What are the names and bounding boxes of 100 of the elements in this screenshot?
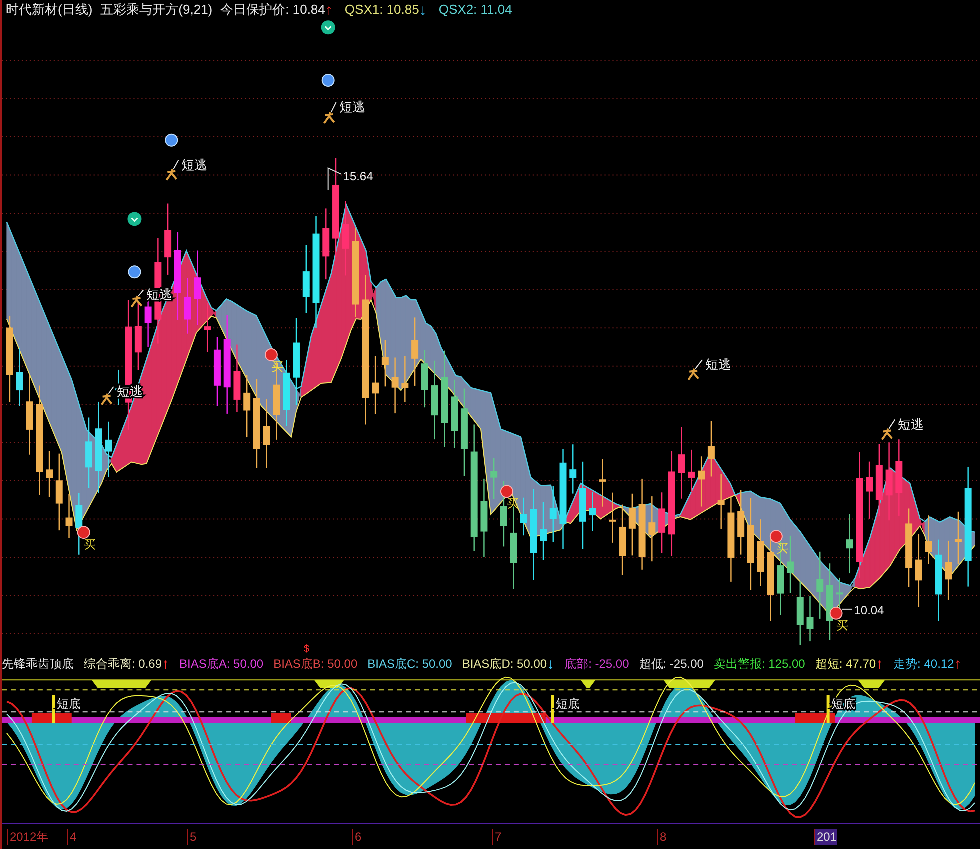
candle: [46, 451, 53, 498]
candle: [421, 350, 428, 408]
indicator-reading: 超低: -25.00: [639, 656, 704, 673]
candle: [372, 356, 380, 414]
buy-ball-icon: [830, 606, 843, 620]
candle: [599, 459, 606, 507]
sphere-icon: [165, 134, 178, 147]
indicator-reading: BIAS底B: 50.00: [274, 656, 358, 673]
trend-arrow: ↑: [325, 2, 333, 18]
buy-ball-icon: [770, 530, 783, 544]
candle: [688, 450, 696, 492]
indicator-name: 五彩乘与开方(9,21): [100, 1, 213, 20]
indicator-reading: 底部: -25.00: [564, 656, 630, 673]
date-axis-label: 201: [814, 829, 838, 845]
candle: [718, 474, 725, 530]
candle: [589, 492, 596, 532]
trend-arrow: ↑: [954, 656, 962, 672]
date-axis-label: 2012年: [7, 829, 49, 845]
running-figure-icon: [100, 392, 113, 406]
candle: [628, 494, 636, 556]
date-axis-label: 5: [187, 829, 197, 845]
indicator-reading: QSX2: 11.04: [438, 1, 512, 20]
escape-signal-label: 短逃: [182, 157, 208, 172]
buy-signal-label: 买: [776, 542, 788, 556]
date-axis-label: 7: [492, 829, 502, 845]
signal-bar: [826, 695, 830, 724]
buy-signal-label: 买: [84, 538, 96, 552]
candle: [392, 358, 399, 414]
candle: [134, 302, 142, 370]
indicator-reading: 走势: 40.12: [894, 656, 954, 673]
candle: [609, 492, 616, 543]
candle: [105, 422, 112, 478]
indicator-reading: 卖出警报: 125.00: [714, 656, 806, 673]
candle: [500, 481, 508, 547]
running-figure-icon: [881, 428, 894, 441]
candle: [16, 348, 24, 406]
buy-ball-icon: [77, 526, 90, 540]
candle: [302, 245, 310, 314]
date-axis-label: 8: [657, 829, 667, 845]
candle: [658, 492, 666, 554]
chevron-down-icon: [128, 212, 142, 226]
signal-trapezoid: [580, 680, 596, 688]
candle: [738, 490, 745, 555]
flag-line: [328, 168, 342, 191]
candle: [66, 494, 73, 538]
signal-trapezoid: [314, 680, 344, 688]
indicator-reading: QSX1: 10.85: [344, 1, 420, 20]
short-bottom-label: 短底: [56, 697, 81, 712]
candle: [234, 344, 241, 412]
candle: [550, 486, 557, 542]
candle: [520, 498, 528, 536]
running-figure-icon: [130, 295, 143, 308]
candle: [164, 204, 172, 275]
signal-bar: [52, 695, 56, 724]
candle: [925, 516, 932, 564]
trend-arrow: ↑: [162, 656, 170, 672]
trend-arrow: ↑: [876, 656, 884, 672]
candle: [402, 356, 409, 402]
candle: [757, 520, 764, 586]
candle: [945, 540, 952, 600]
candle: [283, 360, 290, 426]
sphere-icon: [322, 74, 335, 87]
candle: [451, 380, 458, 448]
signal-bar: [551, 695, 554, 724]
candle: [816, 552, 824, 619]
candle: [678, 427, 686, 499]
candle: [570, 444, 577, 494]
signal-trapezoid: [664, 680, 716, 688]
signal-block: [32, 713, 72, 724]
candle: [806, 596, 814, 642]
date-axis-label: 6: [352, 829, 362, 845]
signal-trapezoid: [858, 680, 886, 688]
high-price-label: 15.64: [343, 169, 374, 184]
indicator-reading: 综合乖离: 0.69: [84, 656, 162, 673]
candle: [490, 458, 498, 500]
escape-signal-label: 短逃: [706, 356, 732, 372]
date-axis-label: 4: [67, 829, 77, 845]
candle: [866, 462, 874, 519]
candle: [86, 418, 93, 488]
trend-arrow: ↓: [419, 2, 427, 18]
signal-marker: $: [303, 645, 311, 655]
candle: [382, 340, 389, 387]
candle: [263, 400, 270, 468]
candle: [204, 303, 212, 352]
indicator-reading: 超短: 47.70: [815, 656, 876, 673]
indicator-title: 先锋乖齿顶底: [2, 656, 74, 673]
candle: [322, 208, 330, 280]
candle: [954, 512, 962, 564]
candle: [708, 421, 715, 477]
candle: [76, 494, 83, 555]
candle: [412, 318, 419, 386]
sphere-icon: [128, 266, 142, 279]
leader-line: [842, 608, 853, 610]
running-figure-icon: [166, 168, 178, 182]
signal-trapezoid: [92, 680, 152, 688]
escape-signal-label: 短逃: [898, 416, 924, 432]
indicator-reading: BIAS底C: 50.00: [368, 656, 452, 673]
escape-signal-label: 短逃: [339, 99, 366, 114]
low-price-label: 10.04: [854, 603, 884, 618]
indicator-reading: BIAS底D: 50.00: [462, 656, 548, 673]
